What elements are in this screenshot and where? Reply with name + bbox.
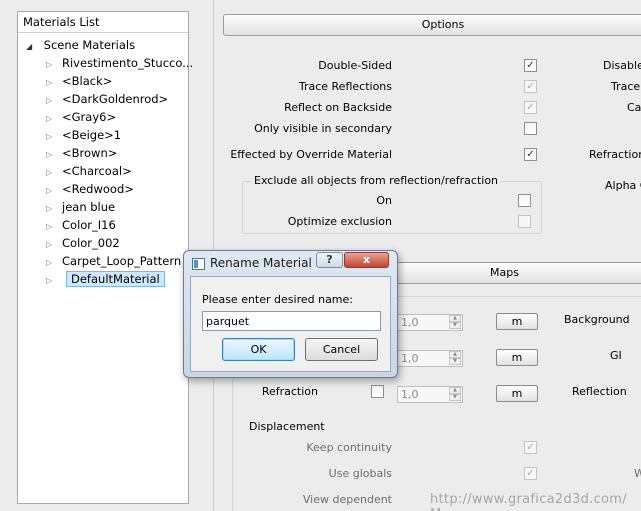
spin-up-icon[interactable]: ▲	[449, 387, 461, 394]
spin-down-icon[interactable]: ▼	[449, 322, 461, 329]
map-amount-spinner-1[interactable]: 1,0 ▲ ▼	[397, 314, 463, 331]
optimize-exclusion-label: Optimize exclusion	[287, 215, 392, 228]
watermark: http://www.grafica2d3d.com/ M	[430, 492, 627, 511]
refraction-map-label: Refraction	[261, 385, 318, 398]
tree-item[interactable]: ▷ <Charcoal>	[46, 162, 132, 180]
only-visible-secondary-label: Only visible in secondary	[254, 122, 392, 135]
tree-item[interactable]: ▷ jean blue	[46, 198, 115, 216]
tree-item-label: <Redwood>	[62, 182, 134, 196]
tree-item[interactable]: ▷ <Beige>1	[46, 126, 121, 144]
spinner-value: 1,0	[401, 316, 419, 329]
close-button[interactable]: x	[344, 252, 389, 268]
spinner-value: 1,0	[401, 388, 419, 401]
tree-item[interactable]: ▷ Color_002	[46, 234, 120, 252]
maps-section-header[interactable]: Maps	[390, 262, 641, 284]
disable-label: Disable	[603, 59, 641, 72]
double-sided-label: Double-Sided	[318, 59, 392, 72]
spinner-value: 1,0	[401, 352, 419, 365]
override-material-label: Effected by Override Material	[230, 148, 392, 161]
exclude-on-label: On	[376, 194, 392, 207]
cast-label: Cas	[627, 101, 641, 114]
exclude-on-checkbox[interactable]	[518, 194, 531, 207]
refraction-map-checkbox[interactable]	[371, 385, 384, 398]
ok-button[interactable]: OK	[222, 338, 295, 361]
refraction-option-label: Refraction	[589, 148, 641, 161]
tree-item[interactable]: ▷ Color_I16	[46, 216, 116, 234]
tree-item-label: Carpet_Loop_Pattern	[62, 254, 182, 268]
spin-up-icon[interactable]: ▲	[449, 351, 461, 358]
tree-root-label: Scene Materials	[43, 38, 136, 52]
dialog-title: Rename Material	[210, 256, 312, 270]
app-window: Materials List ◢ Scene Materials ▷ Rivest…	[0, 0, 641, 511]
view-dependent-label: View dependent	[302, 493, 392, 506]
tree-item-label: Color_002	[62, 236, 120, 250]
spin-up-icon[interactable]: ▲	[449, 315, 461, 322]
map-amount-spinner-3[interactable]: 1,0 ▲ ▼	[397, 386, 463, 403]
gi-map-button[interactable]: m	[496, 349, 538, 366]
tree-item-label: <Brown>	[62, 146, 118, 160]
gi-label: GI	[610, 349, 622, 362]
expand-open-icon[interactable]: ◢	[26, 38, 36, 56]
use-globals-label: Use globals	[328, 467, 392, 480]
spin-down-icon[interactable]: ▼	[449, 358, 461, 365]
cancel-button[interactable]: Cancel	[305, 338, 378, 361]
w-label: W	[634, 467, 641, 480]
help-button[interactable]: ?	[316, 252, 343, 268]
tree-item[interactable]: ▷ <DarkGoldenrod>	[46, 90, 168, 108]
tree-item[interactable]: ▷ <Black>	[46, 72, 112, 90]
window-icon	[192, 258, 205, 270]
keep-continuity-checkbox[interactable]: ✓	[524, 441, 537, 454]
trace-reflections-label: Trace Reflections	[298, 80, 392, 93]
maps-header-label: Maps	[490, 266, 519, 279]
tree-item[interactable]: ▷ <Brown>	[46, 144, 117, 162]
reflection-label: Reflection	[572, 385, 627, 398]
tree-item[interactable]: ▷ <Redwood>	[46, 180, 134, 198]
tree-item-label: Color_I16	[62, 218, 116, 232]
trace-label: Trace	[611, 80, 641, 93]
tree-item-label: Rivestimento_Stucco...	[62, 56, 194, 70]
keep-continuity-label: Keep continuity	[306, 441, 392, 454]
background-map-button[interactable]: m	[496, 313, 538, 330]
dialog-body: Please enter desired name: OK Cancel	[190, 276, 391, 372]
rename-material-dialog: Rename Material ? x Please enter desired…	[183, 250, 398, 378]
exclude-groupbox-title: Exclude all objects from reflection/refr…	[251, 174, 502, 188]
refraction-map-button[interactable]: m	[496, 385, 538, 402]
displacement-title: Displacement	[249, 420, 325, 433]
double-sided-checkbox[interactable]: ✓	[524, 59, 537, 72]
tree-item-label: <Charcoal>	[62, 164, 132, 178]
trace-reflections-checkbox[interactable]: ✓	[524, 80, 537, 93]
spin-down-icon[interactable]: ▼	[449, 394, 461, 401]
tree-item[interactable]: ▷ Rivestimento_Stucco...	[46, 54, 193, 72]
tree-root-scene-materials[interactable]: ◢ Scene Materials	[26, 36, 135, 54]
tree-item-selected[interactable]: ▷ DefaultMaterial	[46, 270, 165, 288]
alpha-label: Alpha C	[605, 179, 641, 192]
background-label: Background	[564, 313, 630, 326]
tree-item-label: <Black>	[62, 74, 113, 88]
material-name-input[interactable]	[202, 311, 381, 331]
override-material-checkbox[interactable]: ✓	[524, 148, 537, 161]
tree-item-label: <DarkGoldenrod>	[62, 92, 169, 106]
dialog-prompt: Please enter desired name:	[202, 293, 353, 306]
reflect-on-backside-checkbox[interactable]: ✓	[524, 101, 537, 114]
tree-item[interactable]: ▷ <Gray6>	[46, 108, 116, 126]
tree-item-label: jean blue	[62, 200, 116, 214]
options-section-header[interactable]: Options	[223, 14, 641, 36]
tree-item-label: DefaultMaterial	[66, 271, 165, 287]
reflect-on-backside-label: Reflect on Backside	[284, 101, 392, 114]
expand-collapsed-icon[interactable]: ▷	[46, 272, 56, 290]
only-visible-secondary-checkbox[interactable]	[524, 122, 537, 135]
map-amount-spinner-2[interactable]: 1,0 ▲ ▼	[397, 350, 463, 367]
tree-item[interactable]: ▷ Carpet_Loop_Pattern	[46, 252, 181, 270]
materials-list-panel: Materials List ◢ Scene Materials ▷ Rivest…	[17, 11, 193, 504]
tree-item-label: <Gray6>	[62, 110, 117, 124]
tree-item-label: <Beige>1	[62, 128, 122, 142]
use-globals-checkbox[interactable]: ✓	[524, 467, 537, 480]
materials-list-header: Materials List	[18, 12, 188, 33]
optimize-exclusion-checkbox[interactable]	[518, 215, 531, 228]
